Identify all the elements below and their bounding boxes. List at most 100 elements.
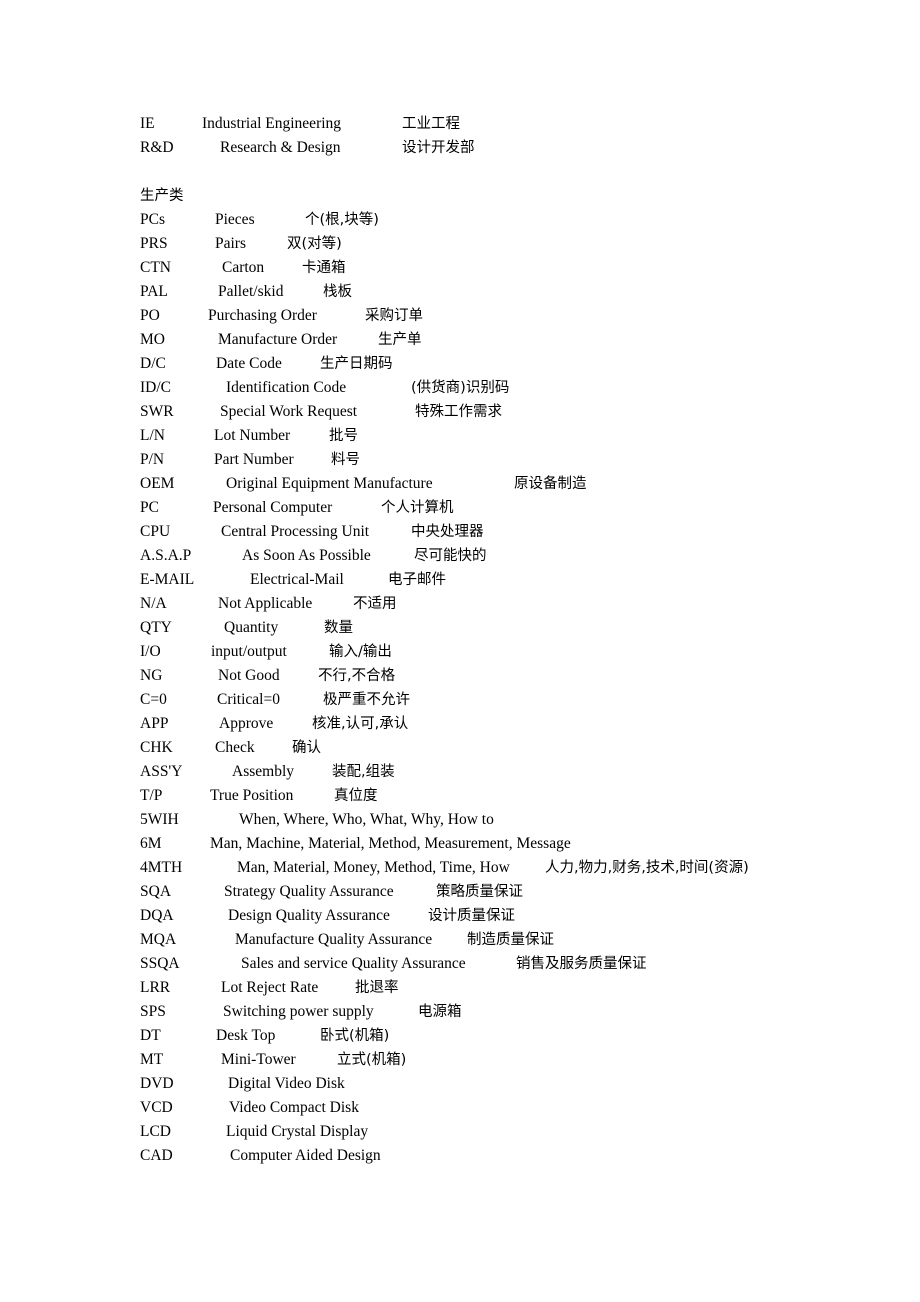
chinese-meaning: 销售及服务质量保证 [516,956,647,972]
term-expansion: Research & Design [220,139,341,156]
chinese-meaning: 核准,认可,承认 [312,716,409,732]
term-expansion: As Soon As Possible [242,547,371,564]
abbreviation: MQA [140,931,177,948]
chinese-meaning: 不适用 [353,596,397,612]
term-expansion: Pairs [215,235,246,252]
chinese-meaning: 生产单 [378,332,422,348]
chinese-meaning: 栈板 [323,284,352,300]
glossary-row: NG Not Good 不行,不合格 [140,664,900,688]
abbreviation: 5WIH [140,811,179,828]
glossary-row: 4MTH Man, Material, Money, Method, Time, … [140,856,900,880]
term-expansion: Date Code [216,355,282,372]
glossary-row: CPU Central Processing Unit 中央处理器 [140,520,900,544]
glossary-row: DQA Design Quality Assurance 设计质量保证 [140,904,900,928]
term-expansion: Purchasing Order [208,307,317,324]
term-expansion: Assembly [232,763,294,780]
glossary-row: SWR Special Work Request 特殊工作需求 [140,400,900,424]
term-expansion: Manufacture Quality Assurance [235,931,433,948]
chinese-meaning: 装配,组装 [332,764,395,780]
term-expansion: Switching power supply [223,1003,374,1020]
glossary-row: 6M Man, Machine, Material, Method, Measur… [140,832,900,856]
term-expansion: Pieces [215,211,255,228]
term-expansion: Critical=0 [217,691,280,708]
abbreviation: DT [140,1027,161,1044]
term-expansion: Approve [219,715,274,732]
term-expansion: Original Equipment Manufacture [226,475,433,492]
abbreviation: DQA [140,907,174,924]
term-expansion: Manufacture Order [218,331,338,348]
abbreviation: CPU [140,523,171,540]
chinese-meaning: 数量 [324,620,353,636]
chinese-meaning: 真位度 [334,788,378,804]
glossary-row: E-MAIL Electrical-Mail 电子邮件 [140,568,900,592]
chinese-meaning: 中央处理器 [411,524,484,540]
glossary-row: APP Approve 核准,认可,承认 [140,712,900,736]
abbreviation: PO [140,307,160,324]
glossary-row: PC Personal Computer 个人计算机 [140,496,900,520]
term-expansion: Special Work Request [220,403,358,420]
term-expansion: Video Compact Disk [229,1099,359,1116]
term-expansion: Personal Computer [213,499,333,516]
abbreviation: SSQA [140,955,180,972]
term-expansion: True Position [210,787,294,804]
term-expansion: Part Number [214,451,294,468]
abbreviation: N/A [140,595,167,612]
chinese-meaning: 电子邮件 [388,572,446,588]
abbreviation: OEM [140,475,175,492]
term-expansion: Lot Number [214,427,291,444]
glossary-row: CTN Carton 卡通箱 [140,256,900,280]
term-expansion: Not Good [218,667,280,684]
glossary-row: 5WIH When, Where, Who, What, Why, How to [140,808,900,832]
glossary-row: MT Mini-Tower 立式(机箱) [140,1048,900,1072]
abbreviation: C=0 [140,691,167,708]
abbreviation: R&D [140,139,174,156]
glossary-row: SPS Switching power supply 电源箱 [140,1000,900,1024]
abbreviation: CTN [140,259,171,276]
abbreviation: APP [140,715,169,732]
abbreviation: E-MAIL [140,571,195,588]
section-heading: 生产类 [140,188,184,204]
term-expansion: Carton [222,259,265,276]
term-expansion: Strategy Quality Assurance [224,883,394,900]
glossary-row: A.S.A.P As Soon As Possible 尽可能快的 [140,544,900,568]
glossary-row: N/A Not Applicable 不适用 [140,592,900,616]
term-expansion: input/output [211,643,287,660]
glossary-row: LRR Lot Reject Rate 批退率 [140,976,900,1000]
term-expansion: Digital Video Disk [228,1075,345,1092]
glossary-row: MO Manufacture Order 生产单 [140,328,900,352]
section-heading-row: 生产类 [140,184,900,208]
chinese-meaning: 个人计算机 [381,500,454,516]
glossary-row: LCD Liquid Crystal Display [140,1120,900,1144]
abbreviation: ID/C [140,379,171,396]
chinese-meaning: 特殊工作需求 [415,404,502,420]
abbreviation: PC [140,499,159,516]
term-expansion: Pallet/skid [218,283,284,300]
term-expansion: Mini-Tower [221,1051,296,1068]
glossary-row: PRS Pairs 双(对等) [140,232,900,256]
abbreviation: T/P [140,787,163,804]
glossary-row: QTY Quantity 数量 [140,616,900,640]
glossary-row: CHK Check 确认 [140,736,900,760]
term-expansion: Liquid Crystal Display [226,1123,369,1140]
abbreviation: SWR [140,403,174,420]
chinese-meaning: 不行,不合格 [318,668,396,684]
glossary-row: I/O input/output 输入/输出 [140,640,900,664]
abbreviation: L/N [140,427,165,444]
chinese-meaning: 电源箱 [418,1004,462,1020]
term-expansion: Not Applicable [218,595,313,612]
chinese-meaning: 卡通箱 [302,260,346,276]
term-expansion: Quantity [224,619,279,636]
abbreviation: LRR [140,979,171,996]
glossary-row: P/N Part Number 料号 [140,448,900,472]
term-expansion: Computer Aided Design [230,1147,381,1164]
abbreviation: LCD [140,1123,171,1140]
term-expansion: When, Where, Who, What, Why, How to [239,811,494,828]
glossary-row: D/C Date Code 生产日期码 [140,352,900,376]
chinese-meaning: 原设备制造 [514,476,587,492]
chinese-meaning: 尽可能快的 [414,548,487,564]
chinese-meaning: 确认 [292,740,321,756]
abbreviation: I/O [140,643,161,660]
abbreviation: 6M [140,835,162,852]
glossary-row: T/P True Position 真位度 [140,784,900,808]
chinese-meaning: (供货商)识别码 [411,380,510,396]
